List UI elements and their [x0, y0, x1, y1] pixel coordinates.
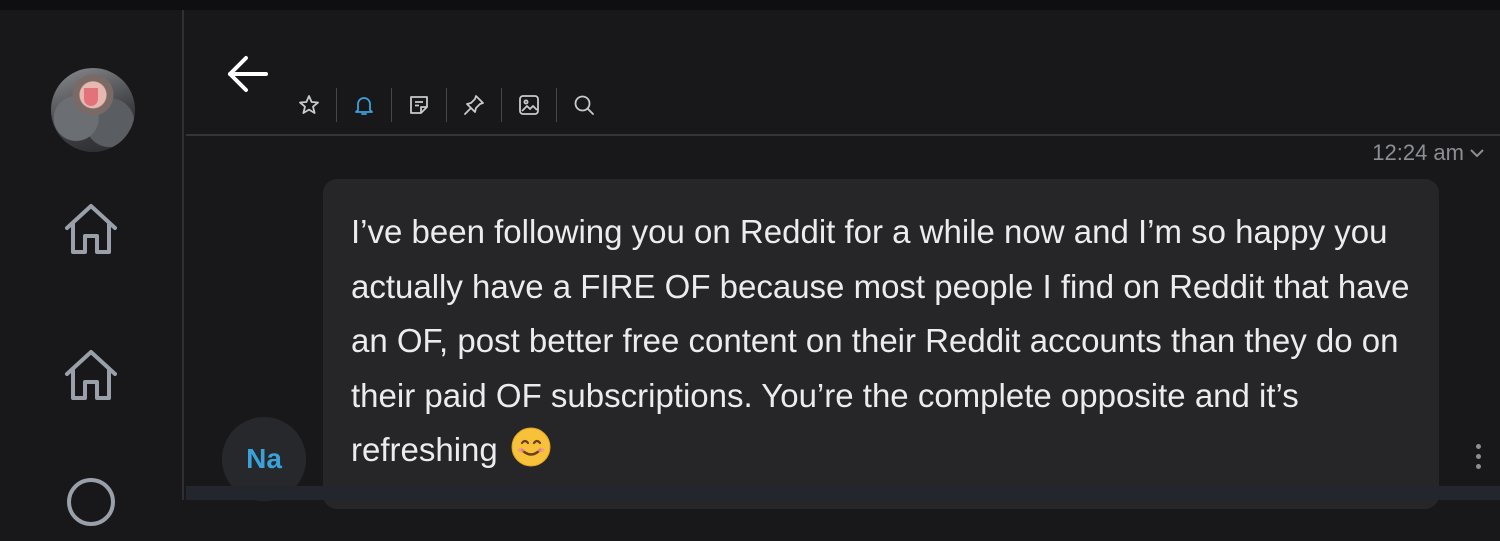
divider: [336, 88, 337, 122]
message-bubble[interactable]: I’ve been following you on Reddit for a …: [323, 179, 1439, 509]
image-icon[interactable]: [508, 88, 550, 122]
star-icon[interactable]: [288, 88, 330, 122]
message-area: 12:24 am I’ve been following you on Redd…: [186, 136, 1500, 509]
home-icon[interactable]: [59, 344, 123, 408]
message-timestamp: 12:24 am: [1372, 140, 1484, 166]
pin-icon[interactable]: [453, 88, 495, 122]
divider: [501, 88, 502, 122]
timestamp-text: 12:24 am: [1372, 140, 1464, 165]
user-avatar[interactable]: [51, 68, 135, 152]
avatar-detail: [84, 88, 98, 106]
chevron-down-icon[interactable]: [1470, 148, 1484, 158]
chat-toolbar: [288, 88, 605, 122]
search-icon[interactable]: [59, 472, 123, 536]
arrow-left-icon[interactable]: [224, 52, 272, 96]
smile-emoji: [511, 427, 551, 467]
note-icon[interactable]: [398, 88, 440, 122]
more-vertical-icon[interactable]: [1474, 444, 1482, 474]
message-text: I’ve been following you on Reddit for a …: [351, 205, 1411, 478]
divider: [446, 88, 447, 122]
sender-initials: Na: [246, 443, 282, 474]
sidebar: [0, 10, 184, 526]
top-strip: [0, 0, 1500, 10]
home-icon[interactable]: [59, 198, 123, 262]
search-icon[interactable]: [563, 88, 605, 122]
message-body: I’ve been following you on Reddit for a …: [351, 213, 1410, 468]
divider: [391, 88, 392, 122]
chat-header: [186, 10, 1500, 136]
divider: [556, 88, 557, 122]
bell-icon[interactable]: [343, 88, 385, 122]
composer-edge: [186, 486, 1500, 500]
